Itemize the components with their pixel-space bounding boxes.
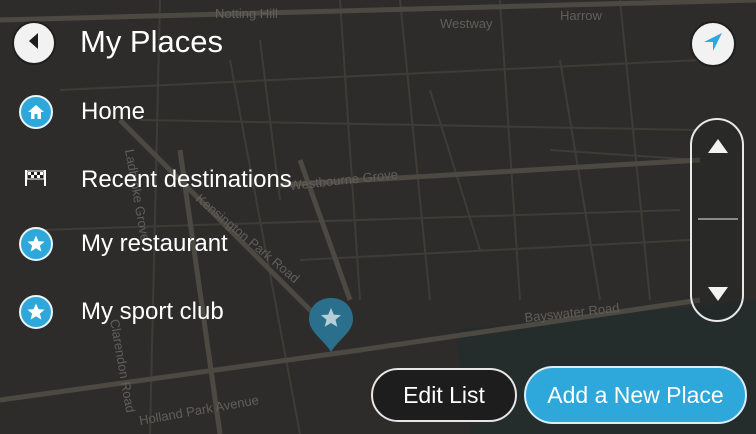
scroll-up-button[interactable]: [700, 130, 736, 166]
map-place-pin-icon[interactable]: [306, 296, 356, 354]
back-button[interactable]: [12, 21, 56, 65]
back-arrow-icon: [23, 30, 45, 57]
scroll-thumb[interactable]: [698, 218, 738, 220]
list-item-label: Home: [81, 98, 146, 125]
star-icon: [19, 295, 53, 329]
chevron-down-icon: [706, 285, 730, 308]
list-item-my-restaurant[interactable]: My restaurant: [18, 220, 228, 268]
list-item-label: My restaurant: [81, 230, 228, 257]
list-item-recent-destinations[interactable]: Recent destinations: [18, 156, 292, 204]
list-scroller[interactable]: [690, 118, 744, 322]
list-item-label: My sport club: [81, 298, 224, 325]
navigation-arrow-icon: [700, 29, 726, 60]
add-new-place-button[interactable]: Add a New Place: [524, 366, 747, 424]
my-places-screen: Notting Hill Westway Harrow Westbourne G…: [0, 0, 756, 434]
checkered-flag-icon: [23, 168, 49, 193]
list-item-label: Recent destinations: [81, 166, 292, 193]
list-item-home[interactable]: Home: [18, 88, 145, 136]
star-icon: [19, 227, 53, 261]
list-item-my-sport-club[interactable]: My sport club: [18, 288, 224, 336]
current-location-button[interactable]: [690, 21, 736, 67]
edit-list-button[interactable]: Edit List: [371, 368, 517, 422]
chevron-up-icon: [706, 137, 730, 160]
scroll-down-button[interactable]: [700, 278, 736, 314]
home-icon: [19, 95, 53, 129]
page-title: My Places: [80, 24, 223, 59]
